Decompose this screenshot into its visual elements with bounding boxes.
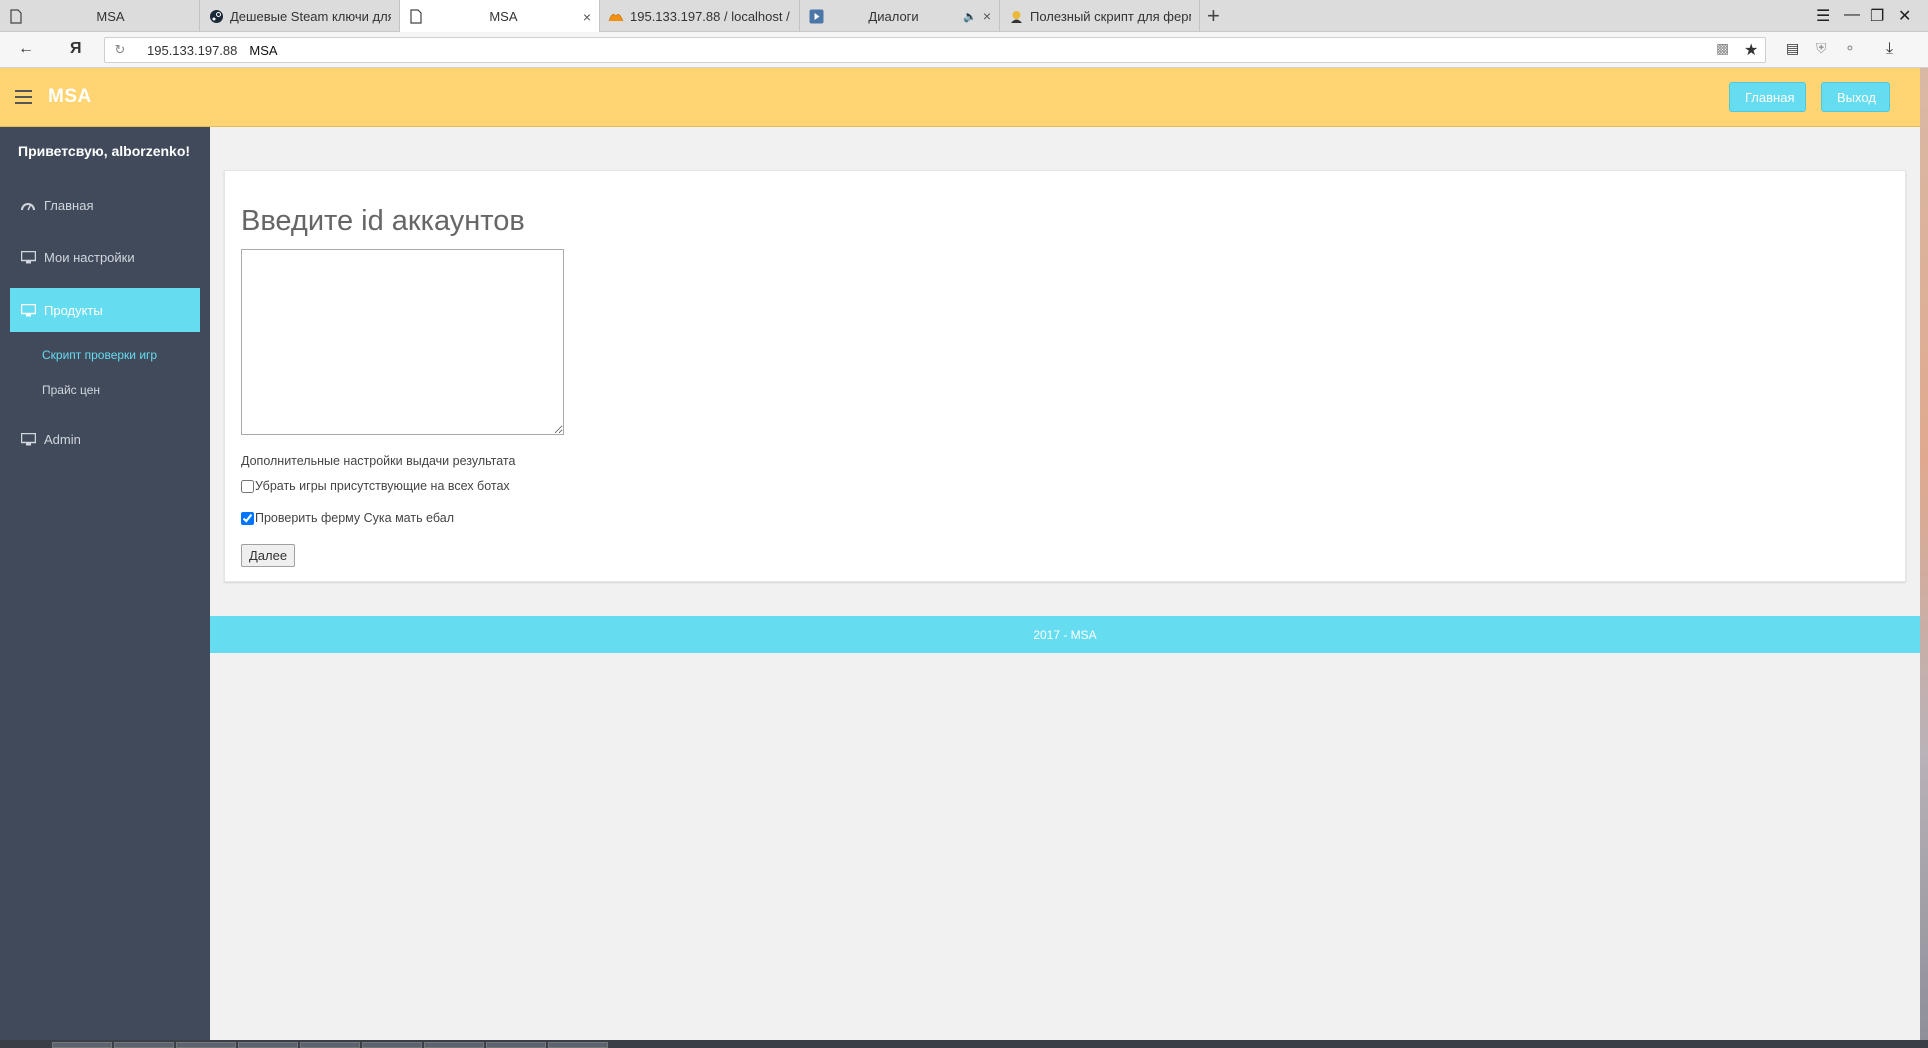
- app-header: MSA Главная Выход: [0, 68, 1920, 127]
- back-arrow-icon[interactable]: ←: [18, 40, 34, 58]
- page-title: Введите id аккаунтов: [241, 205, 525, 237]
- shield-icon[interactable]: ⛨: [1816, 40, 1827, 57]
- browser-tab[interactable]: MSA: [0, 0, 200, 32]
- taskbar-button[interactable]: [176, 1042, 236, 1048]
- browser-tab-strip: MSA Дешевые Steam ключи для MSA × 195.13…: [0, 0, 1928, 33]
- url-text: 195.133.197.88: [147, 42, 238, 58]
- check-farm-checkbox[interactable]: [241, 511, 254, 525]
- forum-icon: [1008, 8, 1024, 24]
- browser-tab[interactable]: Диалоги 🔈 ×: [800, 0, 1000, 32]
- sidebar-item-label: Мои настройки: [44, 249, 135, 265]
- footer: 2017 - MSA: [210, 616, 1920, 653]
- protect-icon[interactable]: ▩: [1716, 40, 1729, 57]
- monitor-icon: [20, 303, 36, 317]
- address-bar: ← Я ↻ 195.133.197.88 MSA ▩ ★ ▤ ⛨ ⚬ ⤓: [0, 32, 1928, 68]
- taskbar-button[interactable]: [486, 1042, 546, 1048]
- taskbar-button[interactable]: [300, 1042, 360, 1048]
- remove-common-games-option[interactable]: Убрать игры присутствующие на всех ботах: [241, 479, 510, 493]
- monitor-icon: [20, 432, 36, 446]
- footer-text: 2017 - MSA: [1033, 627, 1097, 642]
- options-label: Дополнительные настройки выдачи результа…: [241, 454, 516, 468]
- sidebar-subitem-price-list[interactable]: Прайс цен: [42, 383, 100, 397]
- minimize-icon[interactable]: —: [1844, 6, 1860, 24]
- speaker-icon[interactable]: 🔈: [963, 10, 977, 23]
- content-card: Введите id аккаунтов Дополнительные наст…: [224, 170, 1906, 582]
- star-icon[interactable]: ★: [1744, 40, 1758, 60]
- download-icon[interactable]: ⤓: [1886, 40, 1893, 58]
- browser-tab-active[interactable]: MSA ×: [400, 0, 600, 33]
- close-icon[interactable]: ×: [583, 9, 591, 25]
- extension-icon[interactable]: ▤: [1786, 40, 1799, 57]
- sidebar-item-settings[interactable]: Мои настройки: [10, 235, 200, 279]
- checkbox-label: Убрать игры присутствующие на всех ботах: [255, 479, 510, 493]
- brand-logo[interactable]: MSA: [48, 86, 92, 108]
- home-button[interactable]: Главная: [1729, 82, 1806, 112]
- monitor-icon: [20, 250, 36, 264]
- page-icon: [8, 8, 24, 24]
- sidebar-item-home[interactable]: Главная: [10, 183, 200, 227]
- sidebar-subitem-game-check-script[interactable]: Скрипт проверки игр: [42, 348, 157, 362]
- checkbox-label: Проверить ферму Сука мать ебал: [255, 511, 454, 525]
- taskbar-button[interactable]: [114, 1042, 174, 1048]
- url-field[interactable]: ↻ 195.133.197.88 MSA: [104, 37, 1766, 63]
- close-window-icon[interactable]: ✕: [1898, 6, 1911, 26]
- menu-icon[interactable]: ☰: [1816, 6, 1830, 26]
- phpmyadmin-icon: [608, 8, 624, 24]
- sidebar-item-products[interactable]: Продукты: [10, 288, 200, 332]
- tab-title: Полезный скрипт для ферм: [1030, 8, 1191, 24]
- sidebar-item-label: Admin: [44, 431, 81, 447]
- taskbar-button[interactable]: [52, 1042, 112, 1048]
- browser-tab[interactable]: 195.133.197.88 / localhost /: [600, 0, 800, 32]
- sidebar: Приветсвую, alborzenko! Главная Мои наст…: [0, 127, 210, 1048]
- next-button[interactable]: Далее: [241, 544, 296, 567]
- remove-common-games-checkbox[interactable]: [241, 479, 254, 493]
- browser-tab[interactable]: Полезный скрипт для ферм: [1000, 0, 1200, 32]
- user-greeting: Приветсвую, alborzenko!: [18, 143, 191, 159]
- video-icon: [808, 8, 824, 24]
- tab-title: Диалоги: [868, 8, 919, 24]
- yandex-logo[interactable]: Я: [70, 40, 82, 58]
- taskbar-button[interactable]: [238, 1042, 298, 1048]
- tab-title: Дешевые Steam ключи для: [230, 8, 391, 24]
- restore-icon[interactable]: ❐: [1870, 6, 1884, 26]
- taskbar-button[interactable]: [424, 1042, 484, 1048]
- tab-title: MSA: [96, 8, 125, 24]
- sidebar-item-admin[interactable]: Admin: [10, 417, 200, 461]
- site-title: MSA: [249, 42, 278, 58]
- new-tab-button[interactable]: +: [1207, 4, 1220, 28]
- steam-icon: [208, 8, 224, 24]
- sidebar-item-label: Продукты: [44, 302, 103, 318]
- desktop-wallpaper-edge: [1920, 68, 1928, 1048]
- vpn-icon[interactable]: ⚬: [1844, 40, 1856, 57]
- page-icon: [408, 9, 424, 25]
- tab-title: MSA: [489, 9, 518, 24]
- dashboard-icon: [20, 198, 36, 212]
- close-icon[interactable]: ×: [983, 8, 991, 24]
- check-farm-option[interactable]: Проверить ферму Сука мать ебал: [241, 511, 454, 525]
- taskbar-button[interactable]: [548, 1042, 608, 1048]
- hamburger-icon[interactable]: [15, 90, 32, 104]
- sidebar-item-label: Главная: [44, 197, 94, 213]
- taskbar-button[interactable]: [362, 1042, 422, 1048]
- tab-title: 195.133.197.88 / localhost /: [630, 8, 790, 24]
- reload-icon[interactable]: ↻: [105, 42, 135, 58]
- browser-tab[interactable]: Дешевые Steam ключи для: [200, 0, 400, 32]
- account-ids-textarea[interactable]: [241, 249, 564, 435]
- logout-button[interactable]: Выход: [1821, 82, 1890, 112]
